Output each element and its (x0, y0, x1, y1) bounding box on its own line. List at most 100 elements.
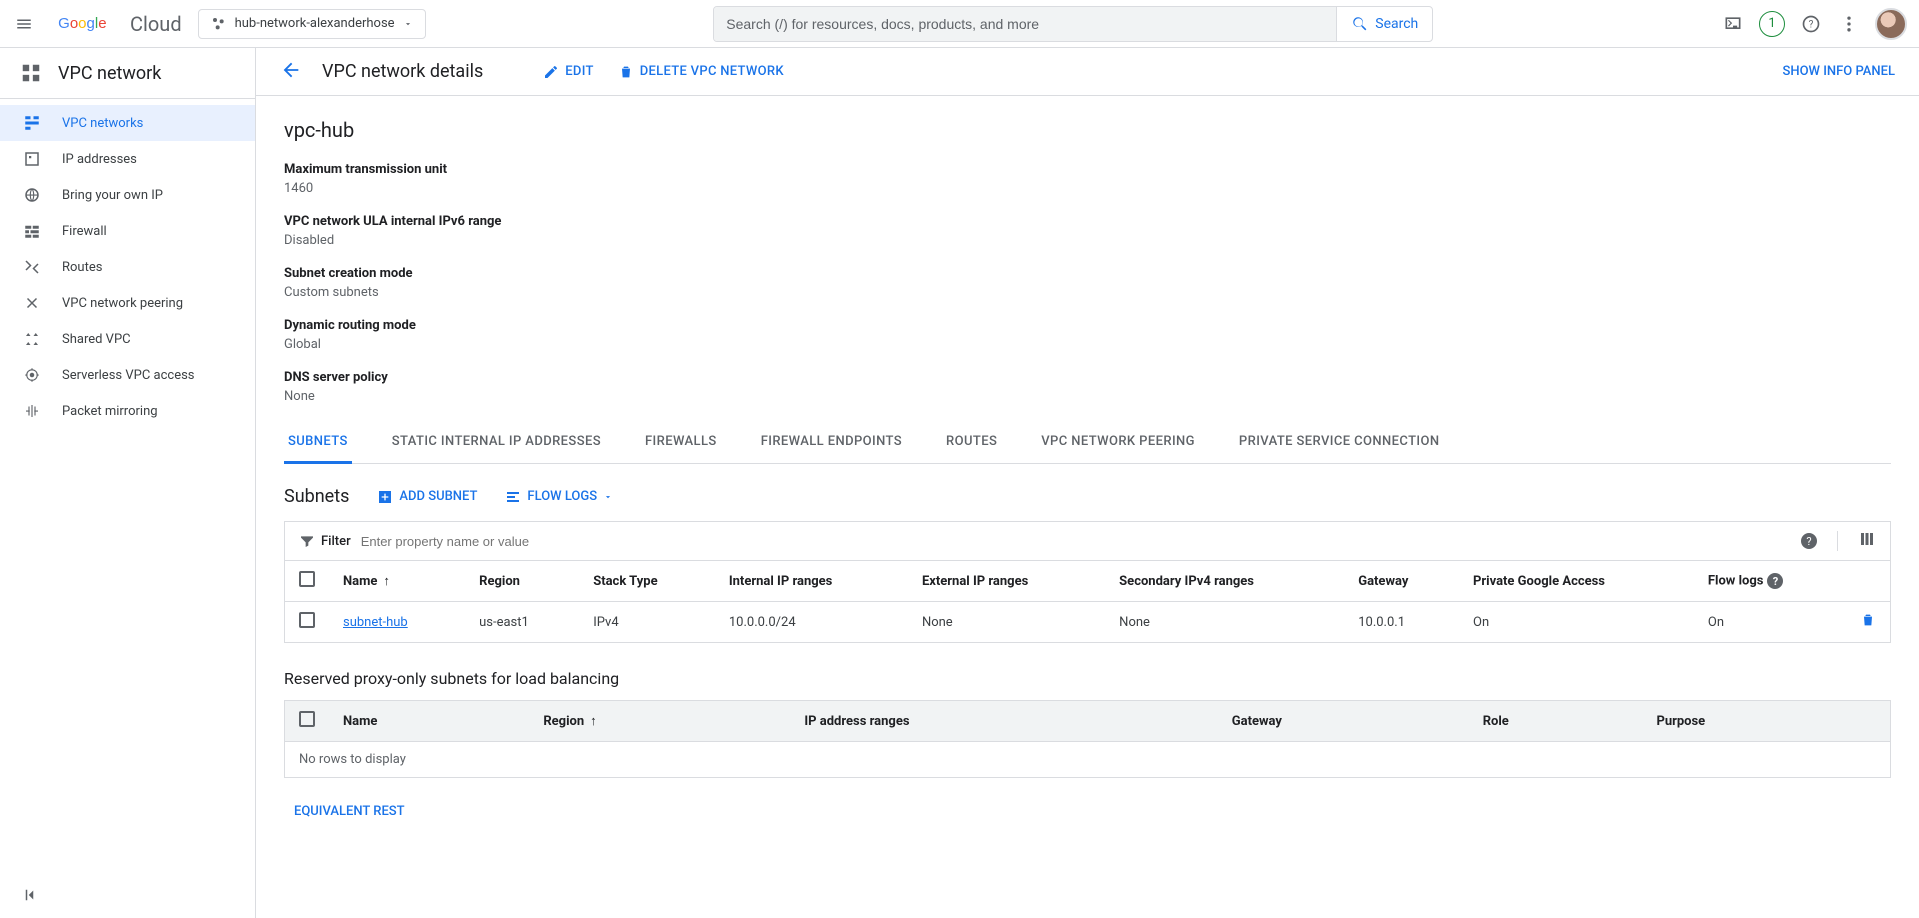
free-trial-badge[interactable]: 1 (1759, 11, 1785, 37)
tab-subnets[interactable]: SUBNETS (284, 422, 352, 464)
sidebar-item-ip-addresses[interactable]: IP addresses (0, 141, 255, 177)
ip-icon (22, 149, 42, 169)
menu-icon (15, 15, 33, 33)
filter-bar: Filter ? (284, 521, 1891, 560)
search-button[interactable]: Search (1336, 7, 1432, 41)
networks-icon (22, 113, 42, 133)
search-input[interactable] (714, 7, 1336, 41)
back-button[interactable] (280, 59, 302, 85)
prop-ula: VPC network ULA internal IPv6 range Disa… (284, 214, 1891, 248)
sidebar-item-peering[interactable]: VPC network peering (0, 285, 255, 321)
col-external[interactable]: External IP ranges (908, 561, 1105, 602)
row-checkbox[interactable] (299, 612, 315, 628)
subnets-title: Subnets (284, 486, 349, 507)
filter-icon (299, 533, 315, 549)
sidebar-item-label: Bring your own IP (62, 188, 163, 203)
select-all-checkbox[interactable] (299, 571, 315, 587)
help-button[interactable]: ? (1799, 12, 1823, 36)
svg-text:?: ? (1809, 19, 1814, 30)
filter-input[interactable] (361, 534, 1787, 549)
project-name: hub-network-alexanderhose (235, 16, 395, 31)
tab-psc[interactable]: PRIVATE SERVICE CONNECTION (1235, 422, 1444, 463)
sidebar-item-label: Shared VPC (62, 332, 131, 347)
chevron-down-icon (603, 492, 613, 502)
project-picker[interactable]: hub-network-alexanderhose (198, 9, 426, 39)
proxy-select-all-checkbox[interactable] (299, 711, 315, 727)
hamburger-menu[interactable] (12, 12, 36, 36)
content: VPC network details EDIT DELETE VPC NETW… (256, 48, 1919, 918)
subnets-section-header: Subnets ADD SUBNET FLOW LOGS (284, 486, 1891, 507)
add-subnet-button[interactable]: ADD SUBNET (377, 489, 477, 505)
sidebar-item-label: Packet mirroring (62, 404, 158, 419)
project-icon (211, 16, 227, 32)
delete-subnet-button[interactable] (1860, 617, 1876, 632)
content-header: VPC network details EDIT DELETE VPC NETW… (256, 48, 1919, 96)
flow-logs-icon (505, 489, 521, 505)
col-internal[interactable]: Internal IP ranges (715, 561, 908, 602)
col-pga[interactable]: Private Google Access (1459, 561, 1694, 602)
proxy-col-gateway[interactable]: Gateway (1218, 701, 1469, 742)
proxy-col-ip[interactable]: IP address ranges (790, 701, 1217, 742)
col-region[interactable]: Region (465, 561, 579, 602)
sidebar-item-byoip[interactable]: Bring your own IP (0, 177, 255, 213)
account-avatar[interactable] (1875, 8, 1907, 40)
proxy-col-name[interactable]: Name (329, 701, 529, 742)
search-box: Search (713, 6, 1433, 42)
proxy-col-role[interactable]: Role (1469, 701, 1643, 742)
sidebar-nav: VPC networks IP addresses Bring your own… (0, 99, 255, 875)
tab-firewall-endpoints[interactable]: FIREWALL ENDPOINTS (757, 422, 906, 463)
arrow-back-icon (280, 59, 302, 81)
col-secondary[interactable]: Secondary IPv4 ranges (1105, 561, 1344, 602)
flow-logs-help-icon[interactable]: ? (1767, 573, 1783, 589)
equivalent-rest-button[interactable]: EQUIVALENT REST (284, 804, 1891, 819)
header-actions: EDIT DELETE VPC NETWORK (543, 64, 784, 80)
col-flow[interactable]: Flow logs? (1694, 561, 1846, 602)
sidebar-item-firewall[interactable]: Firewall (0, 213, 255, 249)
show-info-panel-button[interactable]: SHOW INFO PANEL (1782, 64, 1895, 79)
sidebar-item-label: IP addresses (62, 152, 137, 167)
routes-icon (22, 257, 42, 277)
delete-vpc-button[interactable]: DELETE VPC NETWORK (618, 64, 784, 80)
sidebar-item-serverless[interactable]: Serverless VPC access (0, 357, 255, 393)
collapse-sidebar-button[interactable] (0, 875, 255, 918)
tab-firewalls[interactable]: FIREWALLS (641, 422, 721, 463)
sidebar: VPC network VPC networks IP addresses Br… (0, 48, 256, 918)
prop-mtu: Maximum transmission unit 1460 (284, 162, 1891, 196)
serverless-icon (22, 365, 42, 385)
firewall-icon (22, 221, 42, 241)
sidebar-item-vpc-networks[interactable]: VPC networks (0, 105, 255, 141)
col-name[interactable]: Name↑ (329, 561, 465, 602)
more-button[interactable] (1837, 12, 1861, 36)
flow-logs-button[interactable]: FLOW LOGS (505, 489, 613, 505)
sidebar-item-shared-vpc[interactable]: Shared VPC (0, 321, 255, 357)
edit-button[interactable]: EDIT (543, 64, 593, 80)
tab-peering[interactable]: VPC NETWORK PEERING (1037, 422, 1199, 463)
sidebar-item-routes[interactable]: Routes (0, 249, 255, 285)
empty-row: No rows to display (285, 742, 1891, 778)
tab-static-ips[interactable]: STATIC INTERNAL IP ADDRESSES (388, 422, 605, 463)
svg-text:Google: Google (58, 15, 106, 32)
google-cloud-logo[interactable]: Google Cloud (52, 12, 182, 36)
proxy-subnets-table: Name Region↑ IP address ranges Gateway R… (284, 700, 1891, 778)
tabs: SUBNETS STATIC INTERNAL IP ADDRESSES FIR… (284, 422, 1891, 464)
cloud-shell-button[interactable] (1721, 12, 1745, 36)
col-gateway[interactable]: Gateway (1344, 561, 1459, 602)
proxy-col-purpose[interactable]: Purpose (1642, 701, 1890, 742)
google-logo-icon: Google (52, 14, 126, 34)
tab-routes[interactable]: ROUTES (942, 422, 1001, 463)
chevron-down-icon (403, 19, 413, 29)
subnet-link[interactable]: subnet-hub (343, 615, 408, 630)
prop-subnet-mode: Subnet creation mode Custom subnets (284, 266, 1891, 300)
terminal-icon (1723, 14, 1743, 34)
mirror-icon (22, 401, 42, 421)
table-row: subnet-hub us-east1 IPv4 10.0.0.0/24 Non… (285, 602, 1891, 643)
sidebar-item-packet-mirroring[interactable]: Packet mirroring (0, 393, 255, 429)
proxy-col-region[interactable]: Region↑ (529, 701, 790, 742)
sort-asc-icon: ↑ (383, 574, 390, 589)
col-stack[interactable]: Stack Type (579, 561, 715, 602)
search-button-label: Search (1375, 16, 1418, 32)
shared-icon (22, 329, 42, 349)
filter-label: Filter (299, 533, 351, 549)
filter-help-icon[interactable]: ? (1801, 533, 1817, 549)
column-selector-button[interactable] (1858, 530, 1876, 552)
